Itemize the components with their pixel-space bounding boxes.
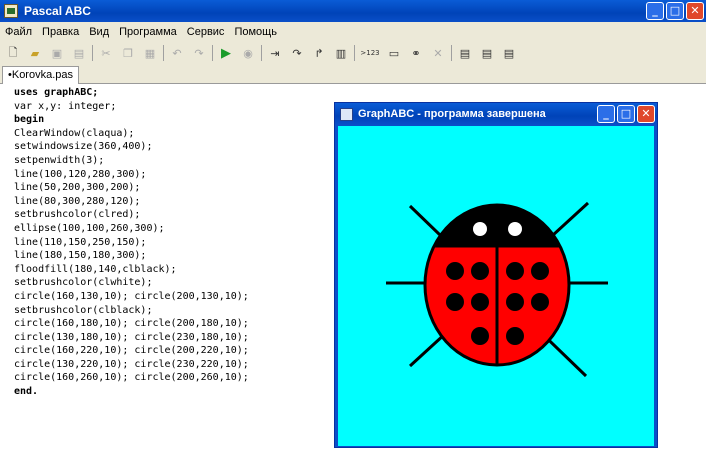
- menu-file[interactable]: Файл: [0, 26, 37, 38]
- toolbar-divider: [261, 45, 262, 61]
- graphabc-canvas: [338, 126, 654, 446]
- code-line: setwindowsize(360,400);: [14, 141, 153, 153]
- ladybug-spot: [471, 293, 489, 311]
- code-line: floodfill(180,140,clblack);: [14, 263, 177, 275]
- tab-korovka[interactable]: •Korovka.pas: [2, 66, 79, 84]
- menu-view[interactable]: Вид: [84, 26, 114, 38]
- code-line: ClearWindow(claqua);: [14, 127, 135, 139]
- menu-bar: Файл Правка Вид Программа Сервис Помощь: [0, 22, 706, 42]
- code-line: uses graphABC;: [14, 87, 99, 98]
- graphabc-minimize-button[interactable]: _: [597, 105, 615, 123]
- redo-icon[interactable]: ↷: [190, 45, 208, 61]
- graphabc-title: GraphABC - программа завершена: [358, 108, 546, 120]
- code-lines: uses graphABC; var x,y: integer; begin C…: [14, 86, 249, 399]
- code-line: setbrushcolor(clwhite);: [14, 277, 153, 289]
- ladybug-eye: [473, 222, 487, 236]
- graphabc-window-controls: _ □ ✕: [597, 105, 655, 123]
- app-titlebar[interactable]: Pascal ABC _ □ ✕: [0, 0, 706, 22]
- code-line: circle(160,130,10); circle(200,130,10);: [14, 290, 249, 302]
- paste-icon[interactable]: ▦: [141, 45, 159, 61]
- code-line: setbrushcolor(clred);: [14, 209, 141, 221]
- run-icon[interactable]: ▶: [217, 45, 235, 61]
- ladybug-spot: [446, 262, 464, 280]
- graphabc-window[interactable]: GraphABC - программа завершена _ □ ✕: [334, 102, 658, 448]
- delete-icon[interactable]: ✕: [429, 45, 447, 61]
- ladybug-spot: [506, 327, 524, 345]
- stop-icon[interactable]: ◉: [239, 45, 257, 61]
- ladybug-spot: [471, 262, 489, 280]
- code-line: var x,y: integer;: [14, 100, 117, 112]
- copy-icon[interactable]: ❐: [119, 45, 137, 61]
- window-controls: _ □ ✕: [646, 2, 704, 20]
- code-line: begin: [14, 114, 45, 126]
- app-title: Pascal ABC: [24, 4, 91, 18]
- close-button[interactable]: ✕: [686, 2, 704, 20]
- code-line: ellipse(100,100,260,300);: [14, 222, 165, 234]
- save-all-icon[interactable]: ▤: [70, 45, 88, 61]
- ladybug-spot: [531, 293, 549, 311]
- code-line: setbrushcolor(clblack);: [14, 304, 153, 316]
- toolbar-divider: [451, 45, 452, 61]
- code-line: circle(130,180,10); circle(230,180,10);: [14, 331, 249, 343]
- minimize-button[interactable]: _: [646, 2, 664, 20]
- format-code-icon[interactable]: ▤: [456, 45, 474, 61]
- toolbar-divider: [354, 45, 355, 61]
- step-out-icon[interactable]: ↱: [310, 45, 328, 61]
- code-line: line(80,300,280,120);: [14, 195, 141, 207]
- graphabc-close-button[interactable]: ✕: [637, 105, 655, 123]
- ladybug-head: [434, 205, 560, 246]
- code-line: line(100,120,280,300);: [14, 168, 147, 180]
- open-file-icon[interactable]: ▰: [26, 45, 44, 61]
- graphabc-titlebar[interactable]: GraphABC - программа завершена _ □ ✕: [335, 103, 657, 125]
- tab-bar: •Korovka.pas: [0, 64, 706, 84]
- ladybug-eye: [508, 222, 522, 236]
- watch-icon[interactable]: ▥: [332, 45, 350, 61]
- menu-help[interactable]: Помощь: [229, 26, 282, 38]
- toolbar-divider: [212, 45, 213, 61]
- ladybug-spot: [506, 293, 524, 311]
- toolbar-divider: [92, 45, 93, 61]
- maximize-button[interactable]: □: [666, 2, 684, 20]
- step-over-icon[interactable]: ↷: [288, 45, 306, 61]
- code-line: line(180,150,180,300);: [14, 250, 147, 262]
- comments-icon[interactable]: ⚭: [407, 45, 425, 61]
- ladybug-spot: [446, 293, 464, 311]
- graphabc-maximize-button[interactable]: □: [617, 105, 635, 123]
- code-line: line(110,150,250,150);: [14, 236, 147, 248]
- undo-icon[interactable]: ↶: [168, 45, 186, 61]
- build-icon[interactable]: ▤: [500, 45, 518, 61]
- code-line: circle(160,180,10); circle(200,180,10);: [14, 318, 249, 330]
- code-line: line(50,200,300,200);: [14, 182, 141, 194]
- code-line: setpenwidth(3);: [14, 154, 105, 166]
- new-file-icon[interactable]: 🗋: [4, 45, 22, 61]
- graphabc-window-icon: [340, 107, 353, 121]
- code-line: end.: [14, 386, 39, 398]
- code-line: circle(160,260,10); circle(200,260,10);: [14, 372, 249, 384]
- code-line: circle(130,220,10); circle(230,220,10);: [14, 358, 249, 370]
- toolbar: 🗋 ▰ ▣ ▤ ✂ ❐ ▦ ↶ ↷ ▶ ◉ ⇥ ↷ ↱ ▥ >123 ▭ ⚭ ✕…: [0, 42, 706, 64]
- ladybug-spot: [531, 262, 549, 280]
- menu-edit[interactable]: Правка: [37, 26, 84, 38]
- menu-program[interactable]: Программа: [114, 26, 182, 38]
- app-logo-icon: [4, 4, 18, 18]
- menu-service[interactable]: Сервис: [182, 26, 230, 38]
- window-icon[interactable]: ▭: [385, 45, 403, 61]
- code-line: circle(160,220,10); circle(200,220,10);: [14, 345, 249, 357]
- save-file-icon[interactable]: ▣: [48, 45, 66, 61]
- step-into-icon[interactable]: ⇥: [266, 45, 284, 61]
- ladybug-spot: [471, 327, 489, 345]
- cut-icon[interactable]: ✂: [97, 45, 115, 61]
- ladybug-drawing: [386, 201, 608, 378]
- compile-icon[interactable]: ▤: [478, 45, 496, 61]
- toolbar-divider: [163, 45, 164, 61]
- ladybug-spot: [506, 262, 524, 280]
- output-icon[interactable]: >123: [359, 45, 381, 61]
